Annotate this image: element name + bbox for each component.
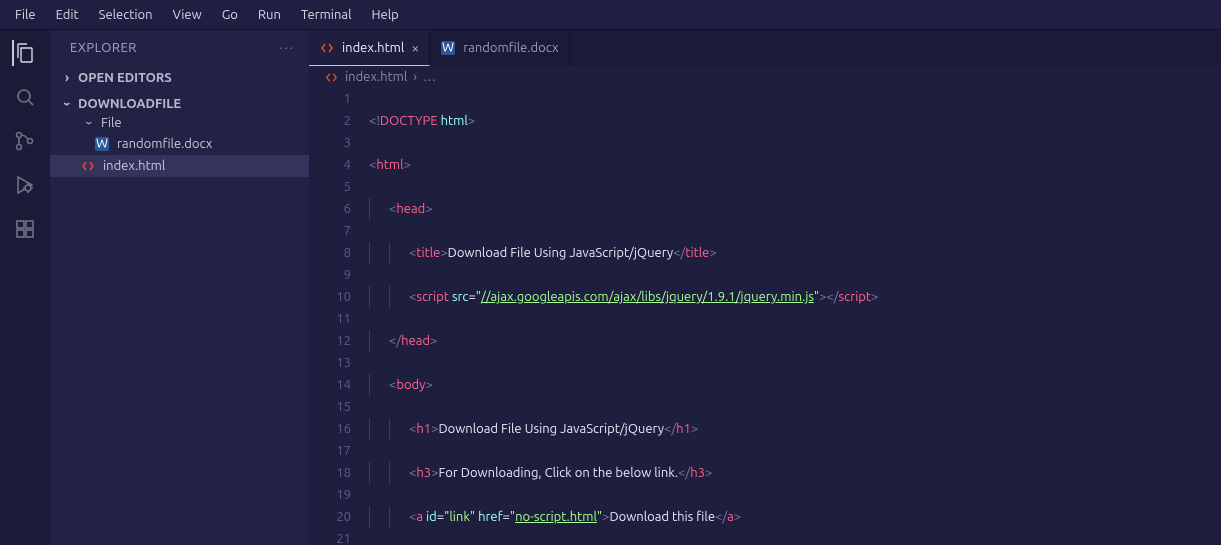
t: > (691, 422, 698, 436)
t: > (430, 334, 437, 348)
folder-label: File (101, 116, 122, 130)
editor-group: index.html × W randomfile.docx index.htm… (309, 30, 1221, 545)
t: > (871, 290, 878, 304)
project-section[interactable]: › DOWNLOADFILE (50, 95, 309, 113)
chevron-right-icon: › (413, 70, 417, 84)
t: DOCTYPE (380, 114, 438, 128)
activity-bar (0, 30, 50, 545)
menu-terminal[interactable]: Terminal (292, 4, 361, 26)
t: <! (369, 114, 380, 128)
tab-index-html[interactable]: index.html × (309, 30, 430, 66)
code-lines[interactable]: <!DOCTYPE html> <html> <head> <title>Dow… (369, 88, 1221, 545)
code-editor[interactable]: 123456789101112131415161718192021 <!DOCT… (309, 88, 1221, 545)
gutter: 123456789101112131415161718192021 (309, 88, 369, 545)
t: href (478, 510, 502, 524)
crumb-file: index.html (345, 70, 407, 84)
t: head (401, 334, 430, 348)
t: > (440, 246, 447, 260)
t: = (468, 290, 475, 304)
t: body (396, 378, 425, 392)
t: < (826, 290, 833, 304)
t: Download this file (609, 510, 715, 524)
t: html (441, 114, 468, 128)
menu-file[interactable]: File (6, 4, 45, 26)
file-label: index.html (103, 159, 165, 173)
t: > (734, 510, 741, 524)
t: h1 (676, 422, 691, 436)
source-control-icon[interactable] (12, 128, 38, 154)
chevron-down-icon: › (82, 116, 96, 130)
menu-selection[interactable]: Selection (90, 4, 162, 26)
run-debug-icon[interactable] (12, 172, 38, 198)
t: > (468, 114, 475, 128)
chevron-right-icon: › (60, 71, 74, 85)
t: h3 (690, 466, 705, 480)
t: > (404, 158, 411, 172)
html-icon (323, 69, 339, 85)
t: head (396, 202, 425, 216)
search-icon[interactable] (12, 84, 38, 110)
file-label: randomfile.docx (117, 137, 212, 151)
t: Download File Using JavaScript/jQuery (438, 422, 664, 436)
html-icon (319, 40, 335, 56)
open-editors-section[interactable]: › OPEN EDITORS (50, 69, 309, 87)
menu-go[interactable]: Go (213, 4, 247, 26)
close-icon[interactable]: × (411, 40, 419, 56)
tab-randomfile-docx[interactable]: W randomfile.docx (430, 30, 569, 66)
more-icon[interactable]: ··· (279, 41, 295, 55)
t: html (376, 158, 403, 172)
project-label: DOWNLOADFILE (78, 97, 181, 111)
t: no-script.html (515, 510, 597, 524)
t: //ajax.googleapis.com/ajax/libs/jquery/1… (481, 290, 814, 304)
menu-edit[interactable]: Edit (47, 4, 88, 26)
sidebar-header: EXPLORER ··· (50, 30, 309, 65)
svg-text:W: W (96, 137, 108, 151)
open-editors-label: OPEN EDITORS (78, 71, 172, 85)
t: a (727, 510, 734, 524)
tab-label: randomfile.docx (463, 41, 558, 55)
file-item-html[interactable]: index.html (50, 155, 309, 177)
explorer-icon[interactable] (12, 40, 38, 66)
breadcrumb[interactable]: index.html › … (309, 66, 1221, 88)
t: src (452, 290, 469, 304)
sidebar: EXPLORER ··· › OPEN EDITORS › DOWNLOADFILE… (50, 30, 309, 545)
file-item-docx[interactable]: Wrandomfile.docx (50, 133, 309, 155)
t: = (503, 510, 510, 524)
docx-icon: W (440, 40, 456, 56)
menu-view[interactable]: View (164, 4, 211, 26)
folder-item[interactable]: › File (50, 113, 309, 133)
t: For Downloading, Click on the below link… (438, 466, 678, 480)
t: Download File Using JavaScript/jQuery (448, 246, 674, 260)
t: title (416, 246, 440, 260)
t: script (839, 290, 872, 304)
t: > (425, 202, 432, 216)
sidebar-title: EXPLORER (70, 41, 137, 55)
tab-label: index.html (342, 41, 404, 55)
t: link (449, 510, 470, 524)
t: > (425, 378, 432, 392)
menu-help[interactable]: Help (362, 4, 407, 26)
t: title (685, 246, 709, 260)
t: < (673, 246, 680, 260)
html-icon (80, 158, 96, 174)
crumb-ellipsis: … (423, 70, 436, 84)
docx-icon: W (94, 136, 110, 152)
t: > (705, 466, 712, 480)
t: h1 (416, 422, 431, 436)
menubar: File Edit Selection View Go Run Terminal… (0, 0, 1221, 30)
t: id (426, 510, 437, 524)
svg-text:W: W (442, 41, 454, 55)
t: > (709, 246, 716, 260)
tab-bar: index.html × W randomfile.docx (309, 30, 1221, 66)
chevron-down-icon: › (60, 97, 74, 111)
t: h3 (416, 466, 431, 480)
menu-run[interactable]: Run (249, 4, 290, 26)
extensions-icon[interactable] (12, 216, 38, 242)
t: script (416, 290, 449, 304)
